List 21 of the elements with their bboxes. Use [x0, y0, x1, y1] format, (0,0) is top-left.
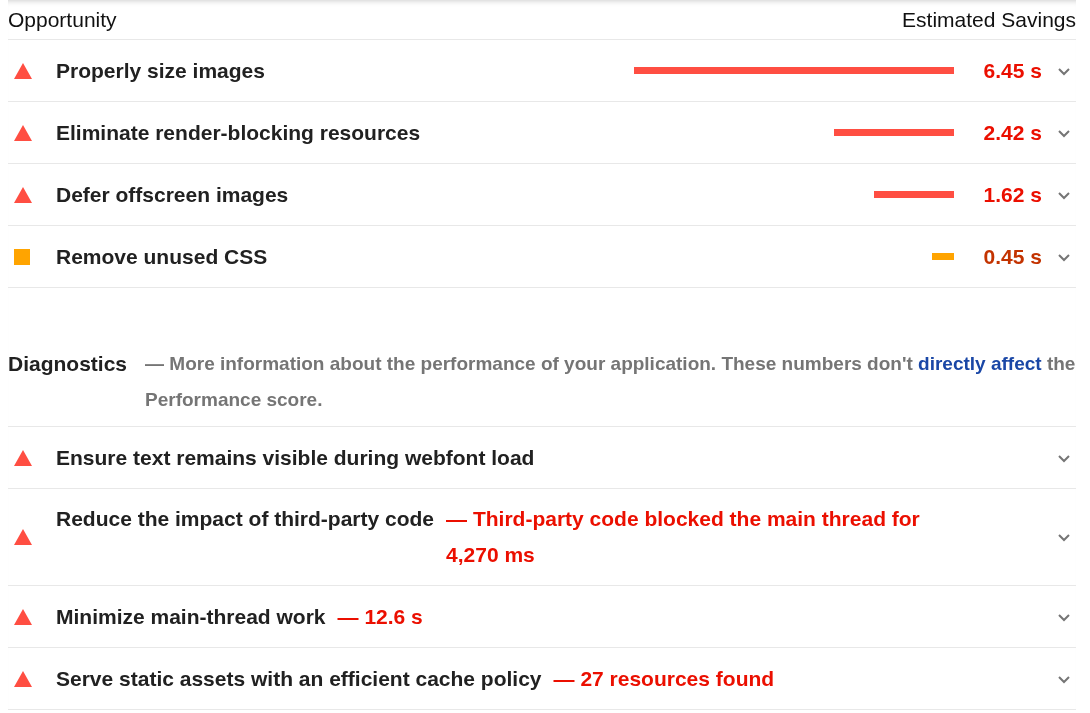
audit-detail: — 12.6 s [337, 603, 424, 630]
audit-title[interactable]: Remove unused CSS [56, 244, 268, 269]
audit-title[interactable]: Properly size images [56, 58, 265, 83]
inline-link[interactable]: directly affect [918, 353, 1042, 374]
audit-title[interactable]: Serve static assets with an efficient cache policy [56, 660, 542, 697]
column-header: Opportunity [8, 7, 117, 32]
column-header: Estimated Savings [902, 7, 1076, 32]
audit-title[interactable]: Eliminate render-blocking resources [56, 120, 421, 145]
savings-value: 1.62 s [982, 182, 1042, 207]
savings-value: 0.45 s [982, 244, 1042, 269]
section-description: — More information about the performance of your application. These numbers don't directly affect the Performance score. [145, 352, 1076, 412]
audit-title[interactable]: Ensure text remains visible during webfont load [56, 439, 535, 476]
savings-value: 6.45 s [982, 58, 1042, 83]
audit-title[interactable]: Defer offscreen images [56, 182, 289, 207]
audit-title[interactable]: Reduce the impact of third-party code [56, 501, 435, 537]
audit-detail: — Third-party code blocked the main thread for 4,270 ms [446, 506, 921, 568]
savings-value: 2.42 s [982, 120, 1042, 145]
section-title: Diagnostics [8, 351, 128, 377]
audit-title[interactable]: Minimize main-thread work [56, 598, 326, 635]
savings-bar [931, 253, 954, 260]
audit-detail: — 27 resources found [553, 665, 776, 692]
